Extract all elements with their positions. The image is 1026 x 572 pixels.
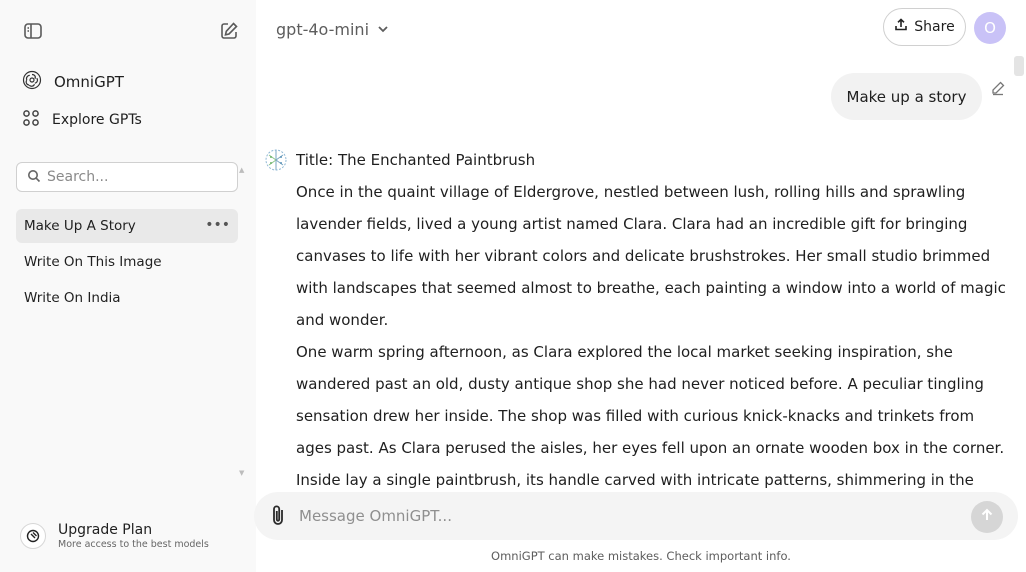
user-message-bubble: Make up a story xyxy=(831,73,982,120)
explore-gpts-label: Explore GPTs xyxy=(52,112,142,128)
scroll-up-arrow-icon[interactable]: ▲ xyxy=(239,166,244,174)
more-options-icon[interactable]: ••• xyxy=(205,217,230,233)
history-item-write-on-india[interactable]: Write On India xyxy=(16,281,238,315)
history-item-label: Make Up A Story xyxy=(24,218,136,234)
grid-icon xyxy=(22,109,40,131)
arrow-up-icon xyxy=(979,507,995,527)
brand-omnigpt[interactable]: OmniGPT xyxy=(16,65,240,99)
chat-main: gpt-4o-mini Share O Make up a story Titl… xyxy=(254,0,1026,572)
send-button[interactable] xyxy=(971,501,1003,533)
assistant-paragraph: Once in the quaint village of Eldergrove… xyxy=(296,183,1006,329)
assistant-avatar-icon xyxy=(264,148,288,172)
user-message-text: Make up a story xyxy=(846,87,967,106)
brand-label: OmniGPT xyxy=(54,73,124,91)
upgrade-subtitle: More access to the best models xyxy=(58,538,209,550)
model-selector[interactable]: gpt-4o-mini xyxy=(276,16,389,42)
explore-gpts-link[interactable]: Explore GPTs xyxy=(16,103,240,137)
new-chat-icon[interactable] xyxy=(215,17,243,45)
search-input[interactable] xyxy=(47,169,227,185)
history-item-label: Write On This Image xyxy=(24,254,162,270)
share-button[interactable]: Share xyxy=(883,8,966,46)
upgrade-title: Upgrade Plan xyxy=(58,521,153,538)
chat-scrollbar[interactable] xyxy=(1014,56,1024,76)
history-item-write-on-this-image[interactable]: Write On This Image xyxy=(16,245,238,279)
message-composer xyxy=(254,492,1018,540)
toggle-sidebar-icon[interactable] xyxy=(19,17,47,45)
share-icon xyxy=(894,18,908,36)
upgrade-plan-button[interactable]: Upgrade Plan More access to the best mod… xyxy=(20,518,240,554)
history-item-label: Write On India xyxy=(24,290,121,306)
history-item-make-up-a-story[interactable]: Make Up A Story ••• xyxy=(16,209,238,243)
paperclip-icon[interactable] xyxy=(268,504,290,528)
search-icon xyxy=(27,168,41,187)
model-name: gpt-4o-mini xyxy=(276,19,370,39)
upgrade-icon xyxy=(20,523,46,549)
share-label: Share xyxy=(914,19,955,35)
assistant-message: Title: The Enchanted Paintbrush Once in … xyxy=(296,144,1011,492)
omnigpt-logo-icon xyxy=(22,70,42,94)
avatar-initial: O xyxy=(984,19,996,37)
message-input[interactable] xyxy=(299,502,939,530)
chevron-down-icon xyxy=(377,20,389,39)
assistant-paragraph-title: Title: The Enchanted Paintbrush xyxy=(296,151,536,169)
edit-message-icon[interactable] xyxy=(990,80,1006,96)
user-avatar[interactable]: O xyxy=(974,12,1006,44)
sidebar: OmniGPT Explore GPTs ▲ ▼ Make Up A Story… xyxy=(0,0,256,572)
assistant-paragraph: One warm spring afternoon, as Clara expl… xyxy=(296,343,1005,489)
disclaimer-text: OmniGPT can make mistakes. Check importa… xyxy=(491,549,791,563)
scroll-down-arrow-icon[interactable]: ▼ xyxy=(239,469,244,477)
search-box[interactable] xyxy=(16,162,238,192)
